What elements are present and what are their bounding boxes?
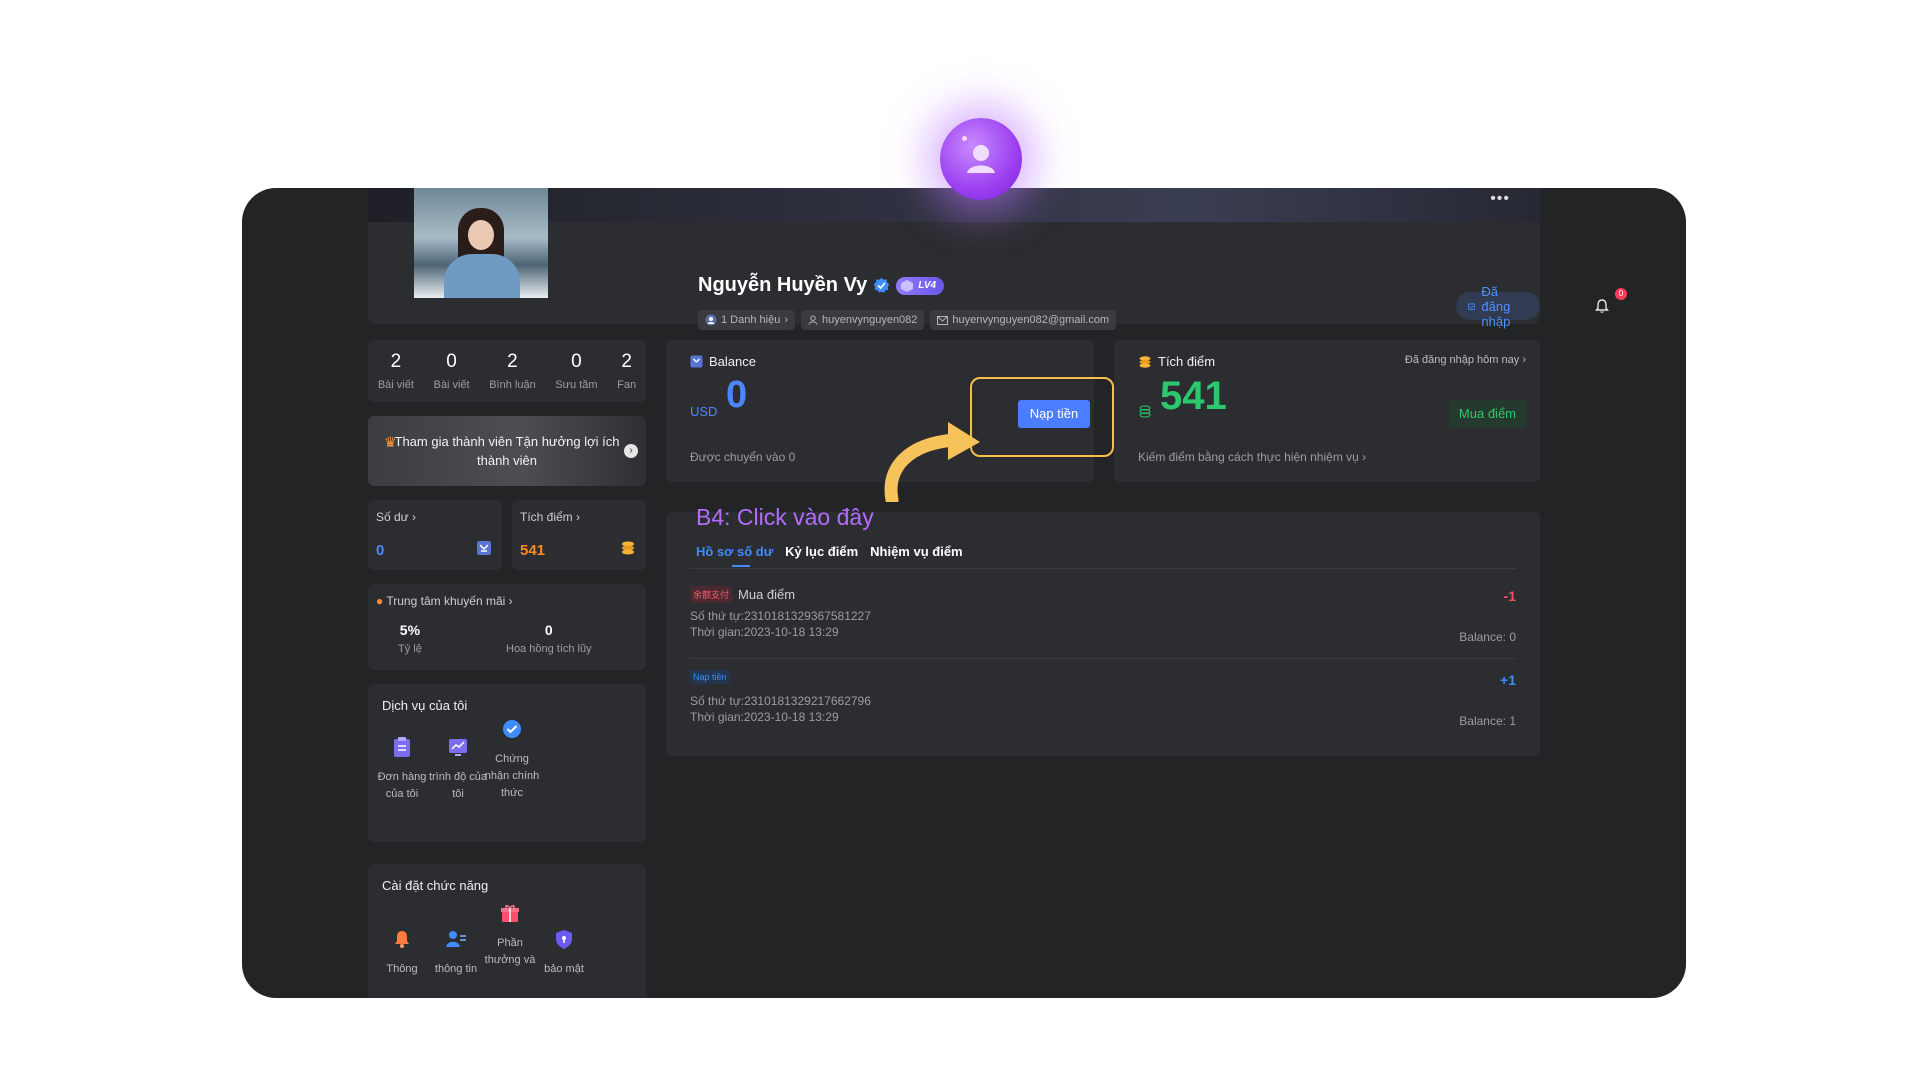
promotion-center-card[interactable]: ● Trung tâm khuyến mãi › 5% Tỷ lệ 0 Hoa hồ…: [368, 584, 646, 670]
mail-icon: [937, 315, 949, 325]
shield-icon: [556, 930, 572, 949]
function-settings-card: Cài đặt chức năng Thông thông tin Phần t…: [368, 864, 646, 998]
service-certification[interactable]: Chứng nhận chính thức: [482, 718, 542, 802]
list-item[interactable]: 余额支付 Mua điểm Số thứ tự:2310181329367581…: [690, 586, 1516, 656]
verified-badge-icon: [503, 720, 521, 738]
earn-points-link[interactable]: Kiếm điểm bằng cách thực hiện nhiệm vụ ›: [1138, 450, 1366, 464]
highlight-box: [970, 377, 1114, 457]
gem-icon: [901, 279, 914, 292]
setting-security[interactable]: bảo mật: [534, 928, 594, 978]
points-mini-card[interactable]: Tích điểm › 541: [512, 500, 646, 570]
user-icon: [808, 315, 818, 325]
coins-icon: [1139, 355, 1151, 368]
service-level[interactable]: trình độ của tôi: [428, 736, 488, 803]
calendar-check-icon: [1468, 303, 1476, 310]
service-orders[interactable]: Đơn hàng của tôi: [372, 736, 432, 803]
profile-photo[interactable]: [414, 188, 548, 298]
points-amount: 541: [1160, 374, 1227, 418]
wallet-icon: [477, 541, 491, 555]
setting-info[interactable]: thông tin: [426, 928, 486, 978]
tab-points-record[interactable]: Kỷ lục điểm: [785, 544, 858, 559]
logged-in-button[interactable]: Đã đăng nhập: [1456, 284, 1540, 329]
person-badge-icon: [705, 314, 717, 326]
wallet-icon: [690, 355, 703, 368]
crown-icon: ♛: [384, 434, 397, 450]
stat-item[interactable]: 0 Sưu tầm: [555, 351, 597, 391]
email-tag: huyenvynguyen082@gmail.com: [930, 310, 1117, 330]
balance-mini-card[interactable]: Số dư › 0: [368, 500, 502, 570]
buy-points-button[interactable]: Mua điểm: [1448, 400, 1526, 428]
stat-item[interactable]: 2 Bình luận: [489, 351, 535, 391]
my-services-card: Dịch vụ của tôi Đơn hàng của tôi trình đ…: [368, 684, 646, 842]
app-window: ••• Nguyễn Huyền Vy LV4 1 Danh hiệu › hu…: [242, 188, 1686, 998]
bell-icon[interactable]: [1594, 298, 1610, 314]
notification-badge: 0: [1615, 288, 1627, 300]
points-card: Tích điểm Đã đăng nhập hôm nay › 541 Mua…: [1114, 340, 1540, 482]
balance-amount: 0: [726, 374, 748, 416]
user-info-icon: [446, 931, 466, 947]
more-options-icon[interactable]: •••: [1490, 190, 1510, 208]
title-tag[interactable]: 1 Danh hiệu ›: [698, 310, 795, 330]
list-item[interactable]: Nạp tiền Số thứ tự:2310181329217662796 T…: [690, 670, 1516, 740]
username-tag: huyenvynguyen082: [801, 310, 925, 330]
stats-card: 2 Bài viết 0 Bài viết 2 Bình luận 0 Sưu tầm …: [368, 340, 646, 402]
membership-banner[interactable]: ♛ Tham gia thành viên Tận hưởng lợi ích …: [368, 416, 646, 486]
setting-rewards[interactable]: Phần thưởng và: [480, 902, 540, 969]
records-panel: Hồ sơ số dư Kỷ lục điểm Nhiệm vụ điểm 余额…: [666, 512, 1540, 756]
gift-bag-icon: ●: [376, 594, 384, 608]
annotation-arrow-icon: [884, 422, 980, 502]
clipboard-icon: [394, 737, 410, 757]
stat-item[interactable]: 2 Bài viết: [378, 351, 414, 391]
stat-item[interactable]: 2 Fan: [617, 351, 636, 391]
coin-stack-icon: [1139, 405, 1151, 418]
chevron-right-icon: ›: [624, 444, 638, 458]
coins-icon: [622, 541, 634, 555]
annotation-text: B4: Click vào đây: [696, 504, 874, 530]
chart-trend-icon: [449, 739, 467, 756]
tab-points-tasks[interactable]: Nhiệm vụ điểm: [870, 544, 962, 559]
setting-notification[interactable]: Thông: [372, 928, 432, 978]
user-avatar-icon: [940, 118, 1022, 200]
topup-badge: Nạp tiền: [690, 670, 730, 684]
profile-name: Nguyễn Huyền Vy: [698, 274, 868, 296]
daily-login-link[interactable]: Đã đăng nhập hôm nay ›: [1405, 354, 1526, 366]
level-badge: LV4: [896, 276, 945, 295]
gift-icon: [501, 904, 519, 922]
payment-badge: 余额支付: [690, 586, 733, 603]
verified-icon: [874, 277, 890, 293]
tab-balance-history[interactable]: Hồ sơ số dư: [696, 544, 773, 567]
bell-icon: [395, 931, 409, 948]
stat-item[interactable]: 0 Bài viết: [434, 351, 470, 391]
